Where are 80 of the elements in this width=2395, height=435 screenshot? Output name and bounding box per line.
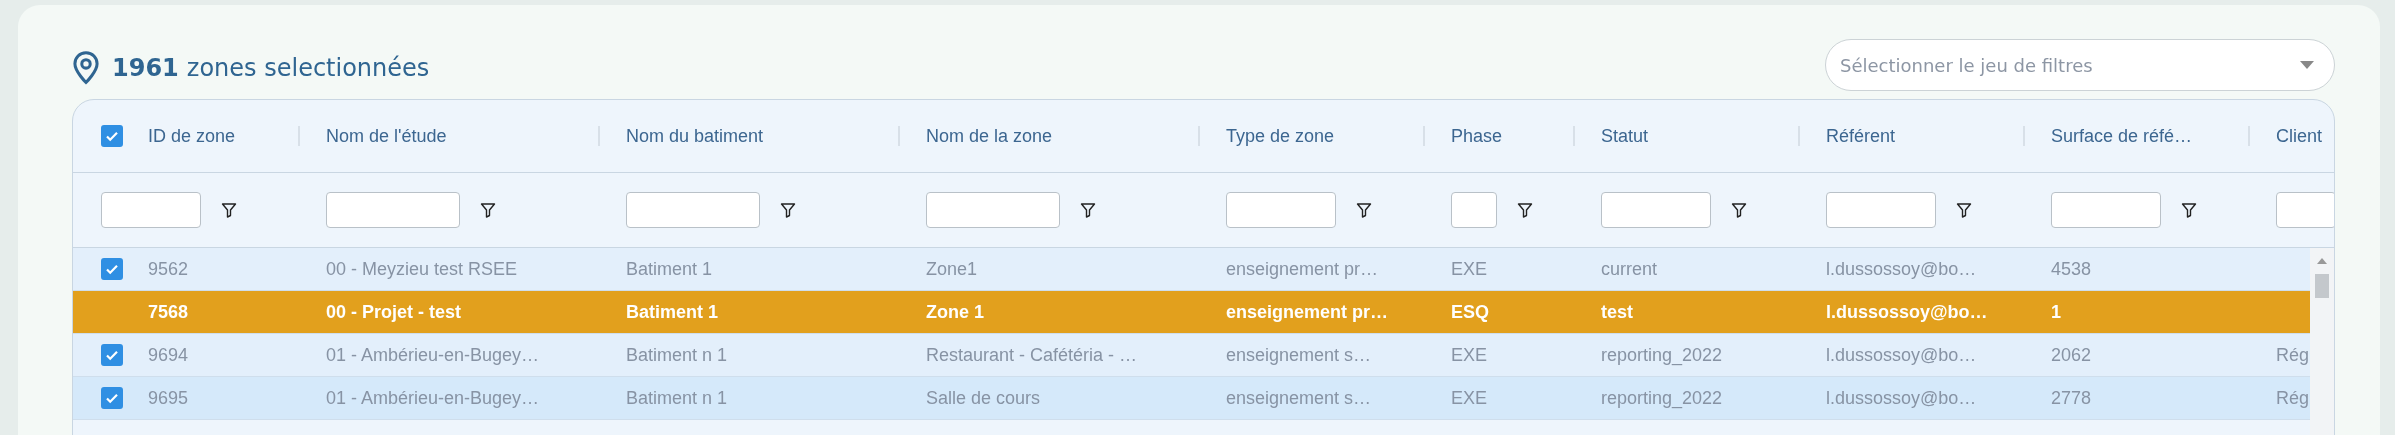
table-cell: 9695 [148,387,189,409]
table-cell: 00 - Projet - test [326,301,462,323]
table-cell: Zone1 [926,258,978,280]
table-cell: ESQ [1451,301,1489,323]
column-header[interactable]: Type de zone [1226,125,1335,147]
filter-icon[interactable] [1731,202,1747,218]
select-all-checkbox[interactable] [101,125,123,147]
map-pin-icon [72,50,100,86]
table-cell: EXE [1451,258,1488,280]
filter-icon[interactable] [1956,202,1972,218]
table-cell: Rég [2276,344,2310,366]
column-header[interactable]: Référent [1826,125,1896,147]
filter-icon[interactable] [480,202,496,218]
table-cell: 01 - Ambérieu-en-Bugey… [326,344,540,366]
table-cell: 4538 [2051,258,2092,280]
row-checkbox[interactable] [101,258,123,280]
table-cell: enseignement s… [1226,344,1372,366]
filter-input[interactable] [2276,192,2334,228]
filter-icon[interactable] [1517,202,1533,218]
table-cell: l.dussossoy@bo… [1826,258,1977,280]
zones-label: zones selectionnées [186,54,430,82]
table-cell: 01 - Ambérieu-en-Bugey… [326,387,540,409]
table-cell: reporting_2022 [1601,344,1723,366]
table-cell: l.dussossoy@bo… [1826,344,1977,366]
column-header[interactable]: Nom de la zone [926,125,1053,147]
table-row[interactable]: 9562 00 - Meyzieu test RSEE Batiment 1 Zone1 enseignement pr… EXE current l.dussossoy@bo… 4538 [73,248,2310,291]
table-cell: l.dussossoy@bo… [1826,301,1988,323]
column-header[interactable]: Client [2276,125,2323,147]
table-cell: 2062 [2051,344,2092,366]
table-cell: current [1601,258,1658,280]
filter-input[interactable] [1601,192,1711,228]
column-header[interactable]: ID de zone [148,125,236,147]
table-cell: 1 [2051,301,2061,323]
filter-set-select[interactable]: Sélectionner le jeu de filtres [1825,39,2335,91]
table-cell: reporting_2022 [1601,387,1723,409]
filter-input[interactable] [1226,192,1336,228]
table-cell: Restaurant - Cafétéria - … [926,344,1138,366]
table-cell: Batiment n 1 [626,387,728,409]
table-cell: 9694 [148,344,189,366]
filter-input[interactable] [2051,192,2161,228]
table-cell: enseignement pr… [1226,258,1379,280]
filter-icon[interactable] [1356,202,1372,218]
filter-icon[interactable] [221,202,237,218]
filter-input[interactable] [101,192,201,228]
row-checkbox[interactable] [101,387,123,409]
scroll-thumb[interactable] [2315,274,2329,298]
table-cell: EXE [1451,387,1488,409]
column-header[interactable]: Statut [1601,125,1649,147]
table-cell: enseignement s… [1226,387,1372,409]
filter-icon[interactable] [2181,202,2197,218]
table-cell: test [1601,301,1633,323]
table-cell: Rég [2276,387,2310,409]
table-cell: Batiment n 1 [626,344,728,366]
scrollbar[interactable] [2310,248,2334,435]
table-cell: enseignement pr… [1226,301,1389,323]
filter-icon[interactable] [780,202,796,218]
filter-input[interactable] [926,192,1060,228]
table-cell: EXE [1451,344,1488,366]
caret-icon [2300,61,2314,69]
filter-input[interactable] [626,192,760,228]
table-cell: Batiment 1 [626,301,719,323]
table-cell: 9562 [148,258,189,280]
filter-input[interactable] [1451,192,1497,228]
table-cell: 7568 [148,301,189,323]
scroll-up-icon[interactable] [2317,258,2327,264]
table-cell: Batiment 1 [626,258,713,280]
filter-input[interactable] [1826,192,1936,228]
filter-icon[interactable] [1080,202,1096,218]
table-cell: l.dussossoy@bo… [1826,387,1977,409]
zones-count: 1961 [112,54,179,82]
table-cell: 2778 [2051,387,2092,409]
table-cell: Zone 1 [926,301,984,323]
column-header[interactable]: Nom du batiment [626,125,764,147]
row-checkbox[interactable] [101,344,123,366]
table-cell: 00 - Meyzieu test RSEE [326,258,518,280]
column-header[interactable]: Phase [1451,125,1503,147]
column-header[interactable]: Nom de l'étude [326,125,447,147]
column-header[interactable]: Surface de réfé… [2051,125,2193,147]
table-cell: Salle de cours [926,387,1041,409]
filter-input[interactable] [326,192,460,228]
